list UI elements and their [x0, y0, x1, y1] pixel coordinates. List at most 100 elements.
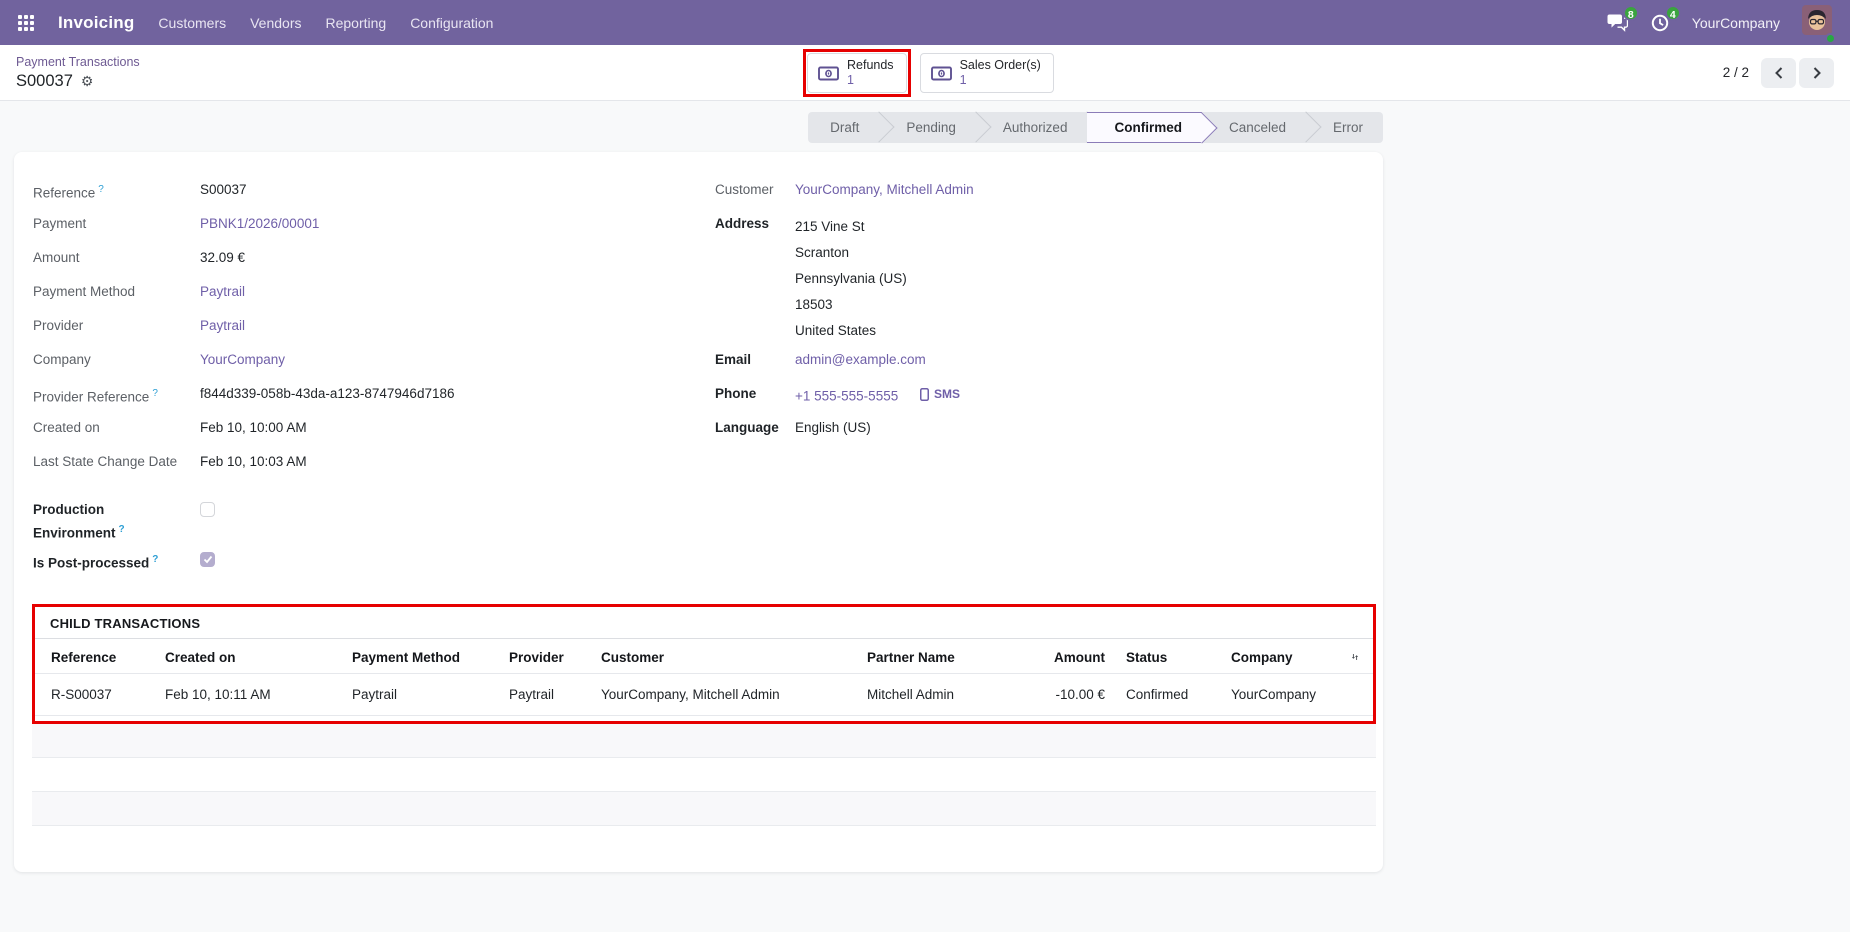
field-label: Reference?: [33, 184, 104, 201]
mobile-phone-icon: [919, 387, 929, 401]
field-label: Address: [715, 216, 770, 231]
payment-link[interactable]: PBNK1/2026/00001: [200, 214, 319, 234]
breadcrumb-parent-link[interactable]: Payment Transactions: [16, 55, 140, 69]
breadcrumb: Payment Transactions S00037 ⚙: [16, 55, 140, 91]
messages-icon[interactable]: 8: [1607, 5, 1639, 32]
pager-next-button[interactable]: [1799, 57, 1834, 88]
pager-previous-button[interactable]: [1761, 57, 1796, 88]
address-line: Scranton: [795, 245, 850, 260]
field-phone: Phone +1 555-555-5555 SMS: [715, 378, 1363, 412]
banknote-icon: [930, 66, 952, 80]
empty-list-rows: [32, 723, 1376, 860]
address-line: 18503: [795, 297, 833, 312]
col-status[interactable]: Status: [1113, 640, 1223, 674]
checkmark-icon: [203, 555, 212, 563]
col-created-on[interactable]: Created on: [157, 640, 344, 674]
email-link[interactable]: admin@example.com: [795, 350, 926, 370]
status-draft[interactable]: Draft: [808, 111, 895, 143]
field-label: Amount: [33, 250, 80, 265]
top-navbar: Invoicing Customers Vendors Reporting Co…: [0, 0, 1850, 45]
col-customer[interactable]: Customer: [593, 640, 859, 674]
nav-menu-configuration[interactable]: Configuration: [410, 15, 493, 31]
status-confirmed-active[interactable]: Confirmed: [1087, 112, 1218, 144]
cell-customer: YourCompany, Mitchell Admin: [593, 673, 859, 716]
control-panel: Payment Transactions S00037 ⚙ Refunds 1: [0, 45, 1850, 101]
activities-count-badge: 4: [1664, 4, 1681, 21]
company-link[interactable]: YourCompany: [200, 350, 285, 370]
address-line: Pennsylvania (US): [795, 271, 907, 286]
field-value: S00037: [200, 182, 247, 197]
form-sheet: Reference? S00037 Payment PBNK1/2026/000…: [14, 152, 1383, 872]
col-amount[interactable]: Amount: [1043, 640, 1113, 674]
field-label: Email: [715, 352, 752, 367]
status-label: Authorized: [1002, 120, 1068, 135]
cell-reference: R-S00037: [35, 673, 157, 716]
sms-button[interactable]: SMS: [919, 384, 960, 404]
address-line: 215 Vine St: [795, 219, 865, 234]
status-label: Pending: [906, 120, 956, 135]
col-reference[interactable]: Reference: [35, 640, 157, 674]
field-is-post-processed: Is Post-processed?: [33, 544, 715, 578]
address-value: 215 Vine St Scranton Pennsylvania (US) 1…: [795, 214, 907, 344]
pager-counter[interactable]: 2 / 2: [1723, 65, 1749, 80]
is-post-processed-checkbox[interactable]: [200, 551, 215, 567]
nav-menu-customers[interactable]: Customers: [158, 15, 226, 31]
actions-gear-icon[interactable]: ⚙: [81, 74, 94, 88]
col-payment-method[interactable]: Payment Method: [344, 640, 501, 674]
sales-orders-label: Sales Order(s): [959, 58, 1041, 72]
online-status-dot: [1825, 33, 1836, 44]
field-created-on: Created on Feb 10, 10:00 AM: [33, 412, 715, 446]
statusbar: Draft Pending Authorized Confirmed Cance…: [808, 111, 1383, 144]
app-name[interactable]: Invoicing: [58, 13, 134, 33]
cell-partner-name: Mitchell Admin: [859, 673, 1043, 716]
empty-row: [32, 825, 1376, 860]
status-label: Confirmed: [1114, 120, 1182, 135]
record-title: S00037: [16, 71, 73, 90]
apps-grid-icon[interactable]: [18, 14, 34, 31]
status-authorized[interactable]: Authorized: [976, 111, 1104, 143]
help-icon: ?: [98, 184, 104, 195]
field-label: Language: [715, 420, 779, 435]
stat-buttons: Refunds 1 Sales Order(s) 1: [803, 45, 1054, 101]
refunds-label: Refunds: [847, 58, 894, 72]
field-language: Language English (US): [715, 412, 1363, 446]
field-label: Provider: [33, 318, 84, 333]
field-address: Address 215 Vine St Scranton Pennsylvani…: [715, 208, 1363, 344]
field-label: Payment: [33, 216, 87, 231]
empty-row: [32, 723, 1376, 758]
col-company[interactable]: Company: [1223, 640, 1343, 674]
refunds-button[interactable]: Refunds 1: [807, 53, 907, 93]
refunds-count: 1: [847, 73, 854, 87]
phone-link[interactable]: +1 555-555-5555: [795, 389, 898, 404]
status-label: Canceled: [1228, 120, 1286, 135]
user-avatar[interactable]: [1802, 5, 1836, 44]
company-switcher[interactable]: YourCompany: [1692, 15, 1780, 31]
field-reference: Reference? S00037: [33, 174, 715, 208]
table-row[interactable]: R-S00037 Feb 10, 10:11 AM Paytrail Paytr…: [35, 673, 1373, 716]
production-environment-checkbox[interactable]: [200, 502, 215, 517]
optional-columns-icon[interactable]: [1351, 650, 1365, 664]
activities-icon[interactable]: 4: [1650, 4, 1681, 33]
provider-link[interactable]: Paytrail: [200, 316, 245, 336]
language-value: English (US): [795, 420, 871, 435]
field-production-environment: Production Environment?: [33, 494, 715, 544]
nav-menu-vendors[interactable]: Vendors: [250, 15, 301, 31]
col-provider[interactable]: Provider: [501, 640, 593, 674]
fields-right-column: Customer YourCompany, Mitchell Admin Add…: [715, 174, 1363, 578]
sales-orders-button[interactable]: Sales Order(s) 1: [919, 53, 1054, 93]
avatar-image: [1802, 5, 1832, 35]
col-partner-name[interactable]: Partner Name: [859, 640, 1043, 674]
cell-status: Confirmed: [1113, 673, 1223, 716]
empty-row: [32, 791, 1376, 826]
cell-provider: Paytrail: [501, 673, 593, 716]
nav-menu-reporting[interactable]: Reporting: [325, 15, 386, 31]
field-label: Provider Reference?: [33, 388, 158, 405]
child-transactions-title: CHILD TRANSACTIONS: [35, 607, 1373, 639]
table-header-row: Reference Created on Payment Method Prov…: [35, 640, 1373, 674]
field-provider: Provider Paytrail: [33, 310, 715, 344]
field-last-state-change: Last State Change Date Feb 10, 10:03 AM: [33, 446, 715, 494]
payment-method-link[interactable]: Paytrail: [200, 282, 245, 302]
field-label: Production Environment?: [33, 502, 125, 541]
customer-link[interactable]: YourCompany, Mitchell Admin: [795, 180, 974, 200]
field-label: Phone: [715, 386, 757, 401]
